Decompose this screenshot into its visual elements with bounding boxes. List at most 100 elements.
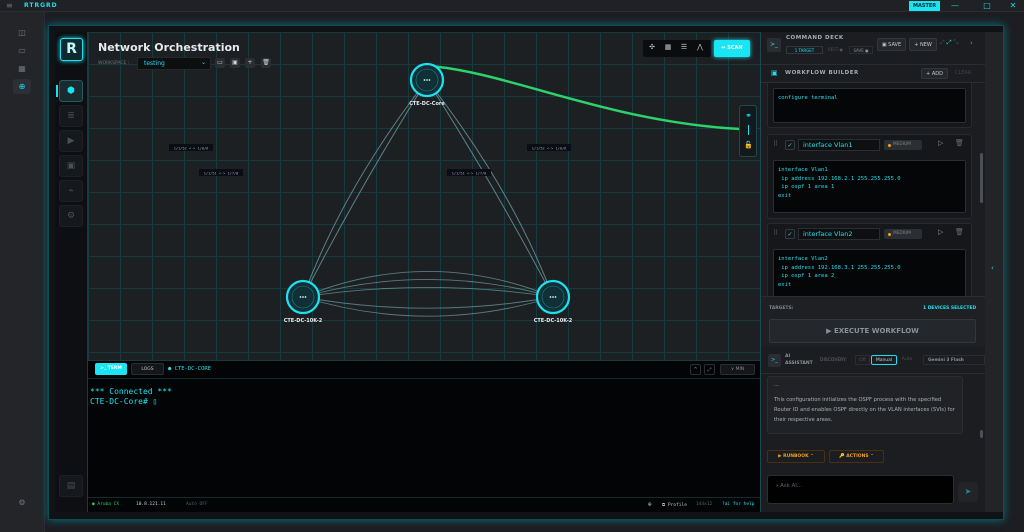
network-hex-icon[interactable]: ⬢ [59, 80, 83, 102]
targets-value: 1 DEVICES SELECTED [923, 306, 977, 311]
node-port-dot[interactable] [299, 296, 302, 298]
node-port-dot[interactable] [554, 296, 557, 298]
tab-logs[interactable]: LOGS [131, 363, 164, 375]
workflow-block: ⠿ ✓ interface Vlan1 MEDIUM ▷ 🗑 interface… [767, 134, 972, 219]
grid-icon[interactable]: ▦ [13, 61, 31, 76]
add-block-button[interactable]: + ADD [921, 68, 948, 79]
globe-icon[interactable]: ⊕ [13, 79, 31, 94]
block-checkbox[interactable]: ✓ [785, 229, 795, 239]
node-port-dot[interactable] [302, 296, 304, 298]
file-play-icon[interactable]: ▶ [59, 130, 83, 152]
send-icon[interactable]: ➤ [958, 482, 978, 502]
node-port-dot[interactable] [304, 296, 307, 298]
ai-input[interactable]: › Ask AI... [767, 475, 954, 504]
list-layout-icon[interactable]: ☰ [678, 43, 690, 51]
chip-icon[interactable]: ▣ [59, 155, 83, 177]
monitor-icon[interactable]: ▭ [13, 43, 31, 58]
device-node-label[interactable]: CTE-DC-10K-2 [284, 318, 323, 324]
minimize-terminal-button[interactable]: ∨ MIN [720, 364, 755, 375]
block-code[interactable]: configure terminal [773, 88, 966, 123]
block-checkbox[interactable]: ✓ [785, 140, 795, 150]
rest-chip[interactable]: REST ● [823, 46, 848, 54]
link-label: 1/1/52 <-> 1/0/6 [174, 146, 209, 150]
scan-button[interactable]: ⇔ SCAN [714, 40, 750, 57]
priority-badge[interactable]: MEDIUM [884, 140, 922, 150]
drag-handle-icon[interactable]: ⠿ [773, 229, 778, 237]
discovery-auto[interactable]: Auto [899, 355, 915, 365]
save-chip[interactable]: SAVE ● [849, 46, 873, 54]
run-icon[interactable]: ▷ [938, 228, 943, 236]
collapse-strip[interactable]: ‹ [985, 32, 1003, 512]
block-code[interactable]: interface Vlan2 ip address 192.168.3.1 2… [773, 249, 966, 296]
node-port-dot[interactable] [552, 296, 554, 298]
sidebar-icon[interactable]: ◫ [13, 25, 31, 40]
new-button[interactable]: + NEW [909, 38, 937, 51]
hierarchy-icon[interactable]: ⋀ [694, 43, 706, 51]
runbook-button[interactable]: ▶ RUNBOOK ⌃ [767, 450, 825, 463]
database-icon[interactable]: ≣ [59, 105, 83, 127]
device-node-label[interactable]: CTE-DC-10K-2 [534, 318, 573, 324]
discovery-off[interactable]: Off [855, 355, 870, 365]
link-icon[interactable]: ⚭ [742, 109, 755, 122]
move-icon[interactable]: ✣ [646, 43, 658, 51]
scrollbar[interactable] [980, 430, 983, 438]
discovery-manual[interactable]: Manual [871, 355, 897, 365]
actions-button[interactable]: 🔑 ACTIONS ⌃ [829, 450, 884, 463]
chevron-right-icon[interactable]: › [970, 39, 973, 47]
topology-canvas[interactable]: 1/1/52 <-> 1/0/6 1/1/51 <-> 1/7/8 1/1/52 <… [88, 32, 760, 360]
workspace-value: testing [144, 60, 165, 67]
lock-icon[interactable]: 🔓 [744, 141, 753, 149]
execute-workflow-button[interactable]: ▶ EXECUTE WORKFLOW [769, 319, 976, 343]
topology-link [302, 286, 554, 298]
node-port-dot[interactable] [549, 296, 552, 298]
expand-icon[interactable]: ⤢ [704, 364, 715, 375]
node-port-dot[interactable] [428, 79, 431, 81]
block-name-input[interactable]: interface Vlan2 [798, 228, 880, 240]
maximize-button[interactable]: □ [980, 1, 994, 10]
grid-layout-icon[interactable]: ▦ [662, 43, 674, 51]
plus-icon[interactable]: + [245, 58, 255, 68]
block-name-input[interactable]: interface Vlan1 [798, 139, 880, 151]
trash-icon[interactable]: 🗑 [955, 228, 964, 236]
topology-graph[interactable]: 1/1/52 <-> 1/0/6 1/1/51 <-> 1/7/8 1/1/52 <… [88, 32, 760, 360]
trash-icon[interactable]: 🗑 [261, 58, 271, 68]
close-button[interactable]: ✕ [1006, 1, 1020, 10]
save-button[interactable]: ▣ SAVE [877, 38, 906, 51]
chevron-up-icon[interactable]: ^ [690, 364, 701, 375]
profile-button[interactable]: ⧉ Profile [662, 502, 687, 508]
workspace-select[interactable]: testing ⌄ [137, 57, 211, 70]
menu-icon[interactable]: ≡ [6, 1, 13, 10]
run-icon[interactable]: ▷ [938, 139, 943, 147]
resize-icons[interactable]: ⤢ ⤢ ⤡ [940, 39, 958, 47]
page-title: Network Orchestration [98, 41, 240, 54]
window-icon[interactable]: ▤ [59, 475, 83, 497]
waveform-monitor-icon[interactable]: ⌁ [59, 180, 83, 202]
targets-label: TARGETS: [769, 306, 794, 311]
model-select[interactable]: Gemini 3 Flash [923, 355, 985, 365]
slider-track[interactable] [748, 125, 749, 135]
minimize-button[interactable]: — [948, 1, 962, 10]
link-label: 1/1/51 <-> 1/7/8 [452, 171, 487, 175]
workflow-blocks[interactable]: configure terminal ⠿ ✓ interface Vlan1 M… [761, 83, 985, 296]
node-port-dot[interactable] [426, 79, 428, 81]
folder-icon[interactable]: ▭ [215, 58, 225, 68]
tab-term[interactable]: >_ TERM [95, 363, 127, 375]
chevron-left-icon[interactable]: ‹ [991, 264, 994, 272]
node-port-dot[interactable] [423, 79, 426, 81]
scrollbar[interactable] [980, 153, 983, 203]
targets-section: TARGETS: 1 DEVICES SELECTED ▶ EXECUTE WO… [761, 296, 985, 346]
clear-button[interactable]: CLEAR [955, 70, 971, 76]
block-code[interactable]: interface Vlan1 ip address 192.168.2.1 2… [773, 160, 966, 213]
device-node-label[interactable]: CTE-DC-Core [409, 101, 445, 107]
users-gear-icon[interactable]: ⚙ [59, 205, 83, 227]
drag-handle-icon[interactable]: ⠿ [773, 140, 778, 148]
terminal-line: *** Connected *** [90, 387, 172, 396]
priority-badge[interactable]: MEDIUM [884, 229, 922, 239]
target-chip[interactable]: 1 TARGET [786, 46, 823, 54]
command-deck-header: >_ COMMAND DECK 1 TARGET REST ● SAVE ● ▣… [761, 32, 985, 65]
globe-icon[interactable]: ⊕ [648, 501, 652, 508]
save-file-icon[interactable]: ▣ [230, 58, 240, 68]
settings-gear-icon[interactable]: ⚙ [13, 495, 31, 510]
terminal-output[interactable]: *** Connected *** CTE-DC-Core# ▯ [90, 387, 172, 407]
trash-icon[interactable]: 🗑 [955, 139, 964, 147]
